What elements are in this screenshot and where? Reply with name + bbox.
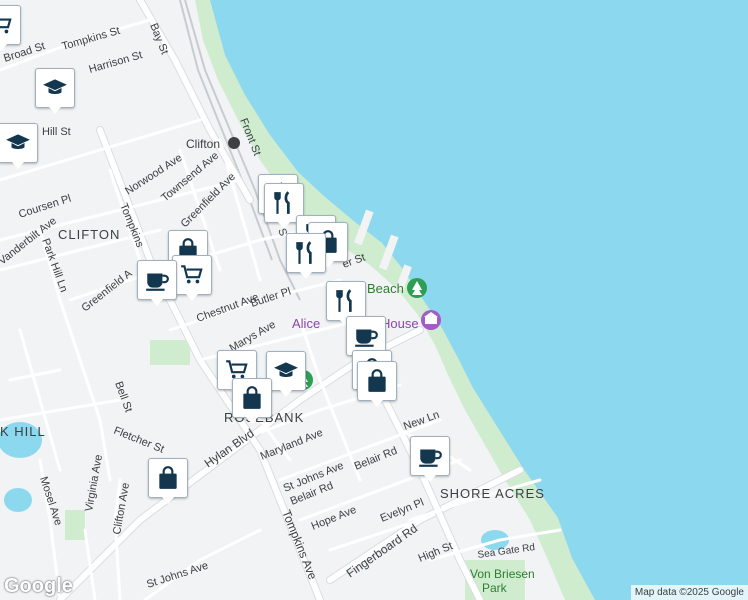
shopping-bag-marker[interactable] bbox=[357, 361, 397, 407]
poi-label-alice: Alice bbox=[292, 316, 320, 331]
pond bbox=[4, 488, 32, 512]
poi-label-park: Park bbox=[482, 581, 508, 595]
poi-label-von-briesen: Von Briesen bbox=[470, 567, 535, 581]
coffee-icon bbox=[355, 329, 378, 347]
shopping-bag-marker[interactable] bbox=[232, 378, 272, 424]
shopping-bag-icon bbox=[159, 466, 177, 489]
restaurant-marker[interactable] bbox=[326, 281, 366, 327]
park-area bbox=[65, 510, 85, 540]
school-marker[interactable] bbox=[35, 68, 75, 114]
shopping-cart-icon bbox=[181, 265, 203, 284]
school-marker[interactable] bbox=[0, 123, 38, 169]
poi-label-house: House bbox=[381, 316, 419, 331]
restaurant-marker[interactable] bbox=[286, 233, 326, 279]
shopping-bag-icon bbox=[368, 369, 386, 392]
restaurant-icon bbox=[336, 289, 352, 312]
graduation-cap-icon bbox=[274, 362, 298, 377]
shopping-cart-marker[interactable] bbox=[0, 5, 21, 51]
coffee-marker[interactable] bbox=[137, 260, 177, 306]
graduation-cap-icon bbox=[6, 134, 30, 149]
graduation-cap-icon bbox=[43, 79, 67, 94]
map-attribution[interactable]: Map data ©2025 Google bbox=[630, 585, 748, 600]
area-label-k-hill: K HILL bbox=[0, 424, 46, 439]
coffee-icon bbox=[419, 449, 442, 467]
shopping-cart-marker[interactable] bbox=[172, 255, 212, 301]
coffee-icon bbox=[146, 273, 169, 291]
area-label-shore-acres: SHORE ACRES bbox=[440, 486, 545, 501]
shopping-cart-icon bbox=[0, 18, 12, 34]
area-label-clifton: CLIFTON bbox=[58, 227, 120, 242]
school-marker[interactable] bbox=[266, 351, 306, 397]
map-canvas[interactable]: Broad St Tompkins St Harrison St Bay St … bbox=[0, 0, 748, 600]
restaurant-icon bbox=[274, 191, 290, 214]
shopping-bag-marker[interactable] bbox=[148, 458, 188, 504]
station-label-clifton: Clifton bbox=[186, 137, 220, 151]
park-pin-icon[interactable] bbox=[407, 278, 427, 298]
museum-pin-icon[interactable] bbox=[421, 310, 441, 330]
shopping-bag-icon bbox=[243, 386, 261, 409]
restaurant-icon bbox=[296, 241, 312, 264]
poi-label-beach: Beach bbox=[367, 281, 404, 296]
park-area bbox=[150, 340, 190, 365]
coffee-marker[interactable] bbox=[410, 436, 450, 482]
google-logo: Google bbox=[4, 575, 73, 597]
transit-station-icon bbox=[228, 137, 240, 149]
street-label-hill-st: Hill St bbox=[42, 126, 71, 138]
